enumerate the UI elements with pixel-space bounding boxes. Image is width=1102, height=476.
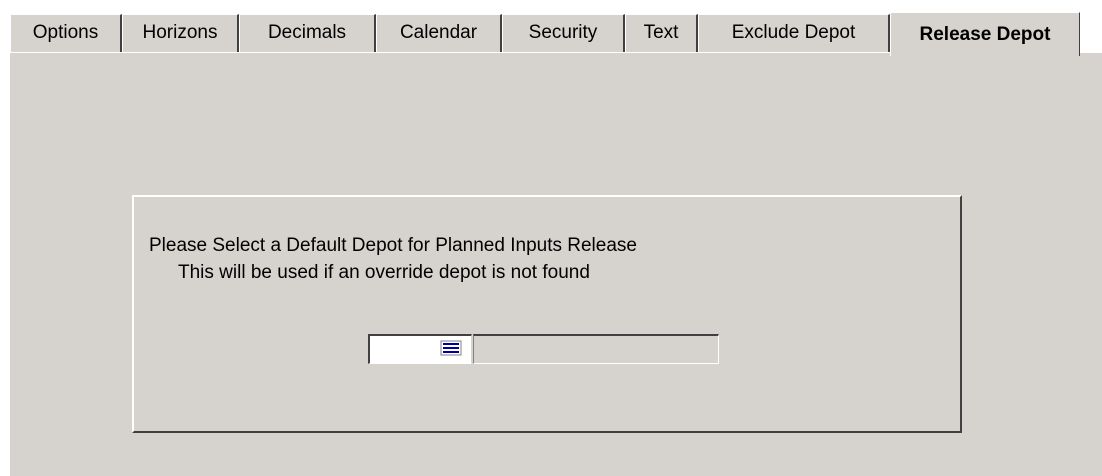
- list-lookup-icon[interactable]: [440, 340, 462, 356]
- release-depot-dialog: Options Horizons Decimals Calendar Secur…: [0, 0, 1102, 476]
- tab-release-depot[interactable]: Release Depot: [890, 12, 1080, 56]
- instruction-text: Please Select a Default Depot for Planne…: [149, 235, 637, 256]
- tab-strip: Options Horizons Decimals Calendar Secur…: [10, 12, 1102, 56]
- tab-security[interactable]: Security: [502, 14, 625, 52]
- tab-calendar[interactable]: Calendar: [376, 14, 502, 52]
- tab-page-release-depot: Please Select a Default Depot for Planne…: [10, 53, 1102, 476]
- tab-options[interactable]: Options: [10, 14, 122, 52]
- depot-description-display: [473, 334, 719, 364]
- tab-text[interactable]: Text: [625, 14, 698, 52]
- instruction-subtext: This will be used if an override depot i…: [178, 262, 590, 283]
- tab-horizons[interactable]: Horizons: [122, 14, 239, 52]
- tab-exclude-depot[interactable]: Exclude Depot: [698, 14, 890, 52]
- tab-decimals[interactable]: Decimals: [239, 14, 376, 52]
- default-depot-group: Please Select a Default Depot for Planne…: [132, 195, 962, 433]
- default-depot-field[interactable]: [368, 334, 472, 364]
